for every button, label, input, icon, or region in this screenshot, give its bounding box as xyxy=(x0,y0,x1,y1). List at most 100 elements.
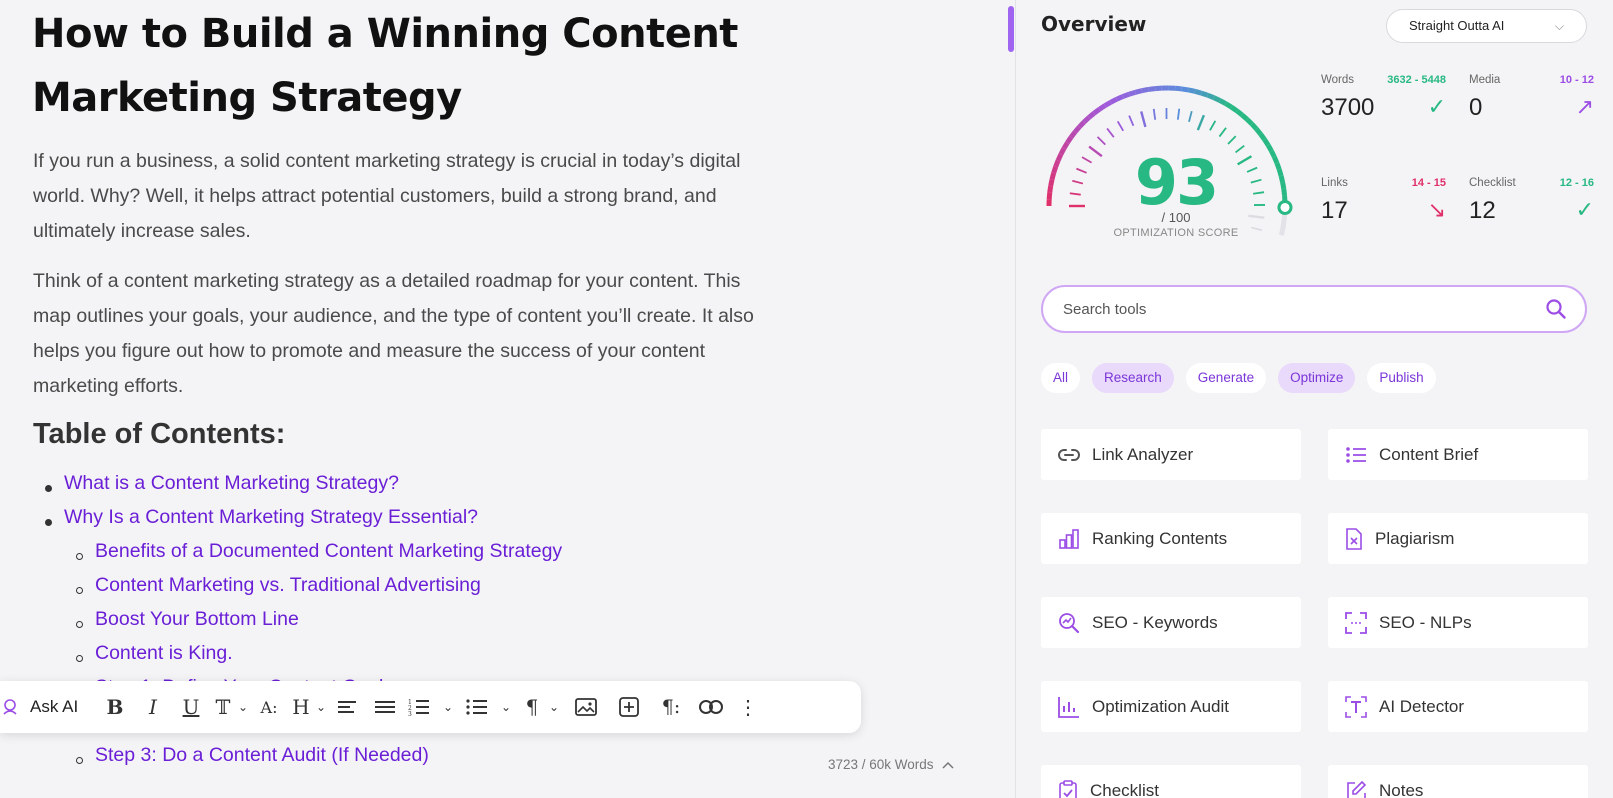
bullet-list-icon[interactable] xyxy=(462,690,492,724)
link-icon[interactable] xyxy=(692,690,730,724)
filter-chip-generate[interactable]: Generate xyxy=(1185,363,1267,393)
image-icon[interactable] xyxy=(564,690,608,724)
resize-handle[interactable] xyxy=(1008,6,1014,52)
gauge-arc-segment xyxy=(1245,117,1254,126)
gauge-tick xyxy=(1176,108,1181,120)
filter-chip-all[interactable]: All xyxy=(1041,363,1081,393)
gauge-arc-segment xyxy=(1230,105,1239,113)
chevron-down-icon[interactable]: ⌄ xyxy=(544,690,564,724)
ask-ai-label: Ask AI xyxy=(30,697,79,716)
gauge-arc-segment xyxy=(1181,86,1189,93)
gauge-arc-segment xyxy=(1097,103,1107,112)
paragraph[interactable]: Think of a content marketing strategy as… xyxy=(33,264,778,404)
toc-link[interactable]: Content is King. xyxy=(76,642,233,677)
search-placeholder: Search tools xyxy=(1063,301,1147,318)
chevron-down-icon[interactable]: ⌄ xyxy=(314,690,328,724)
metric-links[interactable]: Links 14 - 15 17 ↘ xyxy=(1321,173,1456,243)
gauge-arc-segment xyxy=(1250,122,1259,131)
tool-label: Notes xyxy=(1379,780,1424,798)
editor-area[interactable]: How to Build a Winning Content Marketing… xyxy=(0,0,1000,798)
metric-range: 3632 - 5448 xyxy=(1387,74,1446,86)
toc-link[interactable]: Content Marketing vs. Traditional Advert… xyxy=(76,574,481,609)
filter-chips: All Research Generate Optimize Publish xyxy=(1041,363,1436,393)
chevron-down-icon[interactable]: ⌄ xyxy=(434,690,462,724)
arrow-up-right-icon: ↗ xyxy=(1575,94,1594,119)
search-tools-input[interactable]: Search tools xyxy=(1041,285,1587,333)
search-icon[interactable] xyxy=(1545,298,1567,320)
ask-ai-button[interactable]: Ask AI xyxy=(0,690,86,724)
scan-brackets-icon xyxy=(1345,611,1367,634)
metric-value: 3700 xyxy=(1321,94,1375,121)
chevron-up-icon xyxy=(942,761,954,769)
bold-icon[interactable]: B xyxy=(96,690,134,724)
insert-block-icon[interactable] xyxy=(608,690,650,724)
document-x-icon xyxy=(1345,527,1363,550)
toc-link[interactable]: What is a Content Marketing Strategy? xyxy=(45,472,399,507)
metric-words[interactable]: Words 3632 - 5448 3700 ✓ xyxy=(1321,70,1456,140)
gauge-arc-segment xyxy=(1212,95,1221,103)
font-size-icon[interactable]: A: xyxy=(250,690,288,724)
tool-label: Link Analyzer xyxy=(1092,444,1194,464)
check-icon: ✓ xyxy=(1427,94,1446,119)
gauge-arc-segment xyxy=(1065,135,1074,145)
tool-notes[interactable]: Notes xyxy=(1328,765,1588,798)
text-direction-icon[interactable]: ¶: xyxy=(650,690,692,724)
toc-link-label: Content Marketing vs. Traditional Advert… xyxy=(95,574,481,596)
toc-link[interactable]: Why Is a Content Marketing Strategy Esse… xyxy=(45,506,478,541)
font-family-icon[interactable]: 𝕋 xyxy=(210,690,236,724)
tool-ranking-contents[interactable]: Ranking Contents xyxy=(1041,513,1301,564)
paragraph-icon[interactable]: ¶ xyxy=(520,690,544,724)
clipboard-check-icon xyxy=(1058,779,1078,798)
gauge-tick xyxy=(1128,115,1135,127)
gauge-arc-segment xyxy=(1218,98,1227,106)
formatting-toolbar: Ask AI B I U 𝕋 ⌄ A: H ⌄ 123 ⌄ ⌄ ¶ ⌄ ¶: ⋮ xyxy=(0,681,861,733)
tool-content-brief[interactable]: Content Brief xyxy=(1328,429,1588,480)
tool-seo-keywords[interactable]: SEO - Keywords xyxy=(1041,597,1301,648)
metric-checklist[interactable]: Checklist 12 - 16 12 ✓ xyxy=(1469,173,1604,243)
word-count[interactable]: 3723 / 60k Words xyxy=(828,757,954,772)
align-left-icon[interactable] xyxy=(328,690,366,724)
tool-checklist[interactable]: Checklist xyxy=(1041,765,1301,798)
chevron-down-icon[interactable]: ⌄ xyxy=(236,690,250,724)
chevron-down-icon[interactable]: ⌄ xyxy=(492,690,520,724)
tool-seo-nlps[interactable]: SEO - NLPs xyxy=(1328,597,1588,648)
filter-chip-publish[interactable]: Publish xyxy=(1367,363,1436,393)
heading-icon[interactable]: H xyxy=(288,690,314,724)
bullet-icon xyxy=(76,587,83,594)
gauge-arc-segment xyxy=(1187,87,1196,94)
chevron-down-icon: ⌵ xyxy=(1554,19,1564,33)
bar-chart-icon xyxy=(1058,528,1080,549)
tool-label: SEO - NLPs xyxy=(1379,612,1472,632)
metric-media[interactable]: Media 10 - 12 0 ↗ xyxy=(1469,70,1604,140)
filter-chip-optimize[interactable]: Optimize xyxy=(1278,363,1356,393)
metric-value: 17 xyxy=(1321,197,1348,224)
gauge-arc-segment xyxy=(1073,125,1082,134)
more-vertical-icon[interactable]: ⋮ xyxy=(730,690,766,724)
toc-link-label: Benefits of a Documented Content Marketi… xyxy=(95,540,563,562)
filter-chip-research[interactable]: Research xyxy=(1092,363,1174,393)
bullet-icon xyxy=(76,757,83,764)
align-justify-icon[interactable] xyxy=(366,690,404,724)
tool-link-analyzer[interactable]: Link Analyzer xyxy=(1041,429,1301,480)
gauge-arc-segment xyxy=(1134,88,1143,95)
gauge-arc-segment xyxy=(1115,94,1124,102)
metric-range: 10 - 12 xyxy=(1559,74,1594,86)
tool-ai-detector[interactable]: AI Detector xyxy=(1328,681,1588,732)
gauge-arc-segment xyxy=(1092,107,1101,116)
italic-icon[interactable]: I xyxy=(134,690,172,724)
check-icon: ✓ xyxy=(1575,197,1594,222)
toc-link[interactable]: Boost Your Bottom Line xyxy=(76,608,299,643)
underline-icon[interactable]: U xyxy=(172,690,210,724)
toc-link[interactable]: Step 3: Do a Content Audit (If Needed) xyxy=(76,744,429,779)
model-select[interactable]: Straight Outta AI ⌵ xyxy=(1386,9,1587,43)
gauge-tick xyxy=(1116,120,1125,132)
document-title[interactable]: How to Build a Winning Content Marketing… xyxy=(32,2,752,130)
tool-plagiarism[interactable]: Plagiarism xyxy=(1328,513,1588,564)
tool-optimization-audit[interactable]: Optimization Audit xyxy=(1041,681,1301,732)
metrics-grid: Words 3632 - 5448 3700 ✓ Media 10 - 12 0 ↗ Links… xyxy=(1321,70,1594,243)
numbered-list-icon[interactable]: 123 xyxy=(404,690,434,724)
gauge-arc-segment xyxy=(1194,88,1202,96)
toc-link[interactable]: Benefits of a Documented Content Marketi… xyxy=(76,540,563,575)
paragraph[interactable]: If you run a business, a solid content m… xyxy=(33,144,778,249)
tool-label: SEO - Keywords xyxy=(1092,612,1218,632)
